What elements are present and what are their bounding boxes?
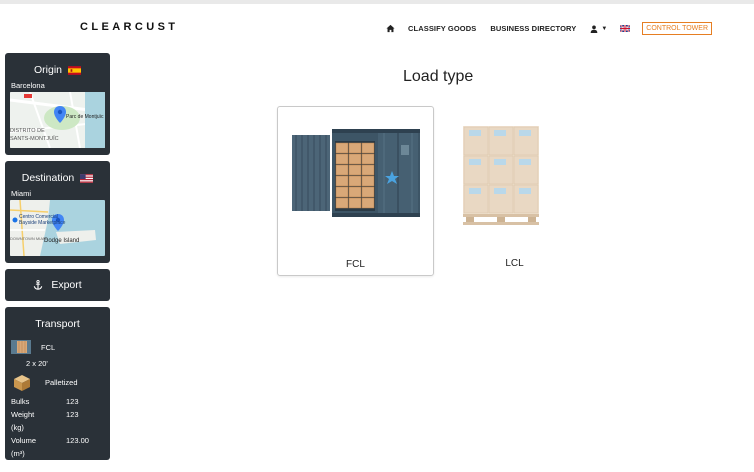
anchor-icon: [34, 280, 43, 290]
volume-label: Volume: [11, 436, 37, 445]
transport-mode-row: FCL: [11, 339, 110, 356]
container-icon: [11, 340, 31, 354]
transport-containers: 2 x 20': [26, 359, 48, 368]
box-icon: [14, 375, 30, 391]
control-tower-button[interactable]: CONTROL TOWER: [642, 22, 713, 35]
origin-city: Barcelona: [11, 81, 45, 90]
lcl-option[interactable]: LCL: [436, 106, 593, 276]
fcl-option[interactable]: FCL: [277, 106, 434, 276]
lcl-label: LCL: [505, 258, 524, 269]
transport-mode: FCL: [41, 343, 56, 352]
main-nav: CLASSIFY GOODS BUSINESS DIRECTORY ▼ CONT…: [386, 22, 713, 35]
lcl-pallet-image: [463, 126, 539, 225]
destination-map[interactable]: Centro Comercial Bayside Marketplace Dod…: [10, 200, 105, 256]
destination-card[interactable]: Destination Miami Centro Comercial Baysi…: [5, 161, 110, 263]
transport-packing: Palletized: [45, 378, 78, 387]
nav-business-directory[interactable]: BUSINESS DIRECTORY: [490, 24, 576, 33]
origin-title-row: Origin: [5, 53, 110, 76]
fcl-label: FCL: [346, 259, 365, 270]
destination-city: Miami: [11, 189, 31, 198]
nav-classify-goods[interactable]: CLASSIFY GOODS: [408, 24, 476, 33]
volume-unit: (m³): [11, 449, 25, 458]
weight-value: 123: [66, 410, 79, 419]
origin-map-graphic: Parc de Montjuïc DISTRITO DE SANTS-MONTJ…: [10, 92, 105, 148]
volume-value: 123.00: [66, 436, 89, 445]
export-button[interactable]: Export: [5, 269, 110, 301]
origin-map[interactable]: Parc de Montjuïc DISTRITO DE SANTS-MONTJ…: [10, 92, 105, 148]
weight-row: Weight 123: [11, 408, 110, 421]
destination-map-label-2: Bayside Marketplace: [19, 220, 66, 226]
origin-map-label-1: Parc de Montjuïc: [66, 114, 104, 120]
destination-map-label-4: DOWNTOWN MIAMI: [10, 236, 47, 241]
user-icon: [590, 25, 598, 33]
top-bar: [0, 0, 754, 4]
user-menu[interactable]: ▼: [590, 25, 607, 33]
destination-map-label-3: Dodge Island: [44, 238, 79, 244]
destination-map-graphic: Centro Comercial Bayside Marketplace Dod…: [10, 200, 105, 256]
fcl-container-image: [292, 129, 420, 217]
bulks-row: Bulks 123: [11, 395, 110, 408]
destination-title: Destination: [21, 172, 75, 184]
destination-title-row: Destination: [5, 161, 110, 184]
transport-title: Transport: [35, 318, 80, 330]
bulks-value: 123: [66, 397, 79, 406]
export-label: Export: [51, 279, 82, 291]
weight-label: Weight: [11, 410, 35, 419]
origin-card[interactable]: Origin Barcelona Parc de Montjuïc DISTRI…: [5, 53, 110, 155]
bulks-label: Bulks: [11, 397, 30, 406]
weight-unit: (kg): [11, 423, 24, 432]
uk-flag-icon[interactable]: [620, 25, 631, 32]
page-title: Load type: [403, 68, 474, 85]
home-icon[interactable]: [386, 24, 395, 33]
origin-map-label-2: DISTRITO DE: [10, 128, 45, 134]
usa-flag-icon: [80, 173, 94, 183]
transport-packing-row: Palletized: [12, 374, 110, 391]
origin-map-label-3: SANTS-MONTJUÏC: [10, 135, 59, 142]
chevron-down-icon: ▼: [601, 25, 608, 32]
logo[interactable]: CLEARCUST: [80, 21, 178, 33]
origin-title: Origin: [33, 64, 62, 76]
transport-card[interactable]: Transport FCL 2 x 20' Palletized Bulks 1…: [5, 307, 110, 460]
spain-flag-icon: [68, 65, 81, 75]
volume-row: Volume 123.00: [11, 434, 110, 447]
